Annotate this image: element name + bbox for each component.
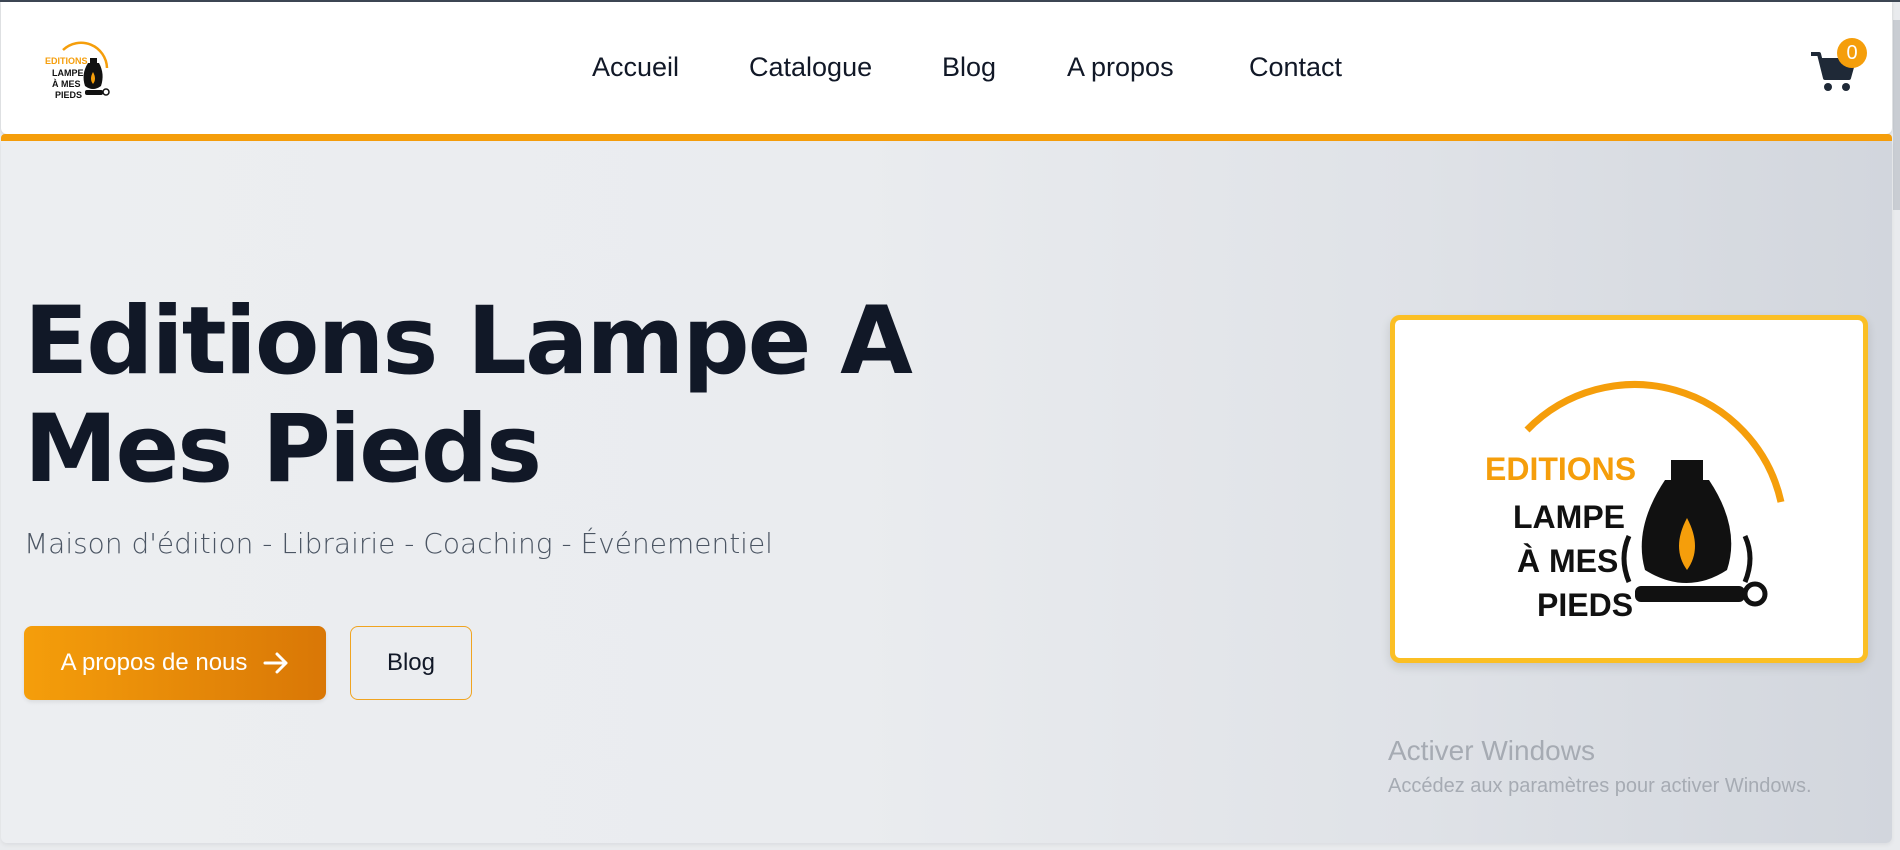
hero-subtitle: Maison d'édition - Librairie - Coaching … [24, 527, 773, 560]
blog-button-label: Blog [386, 649, 436, 676]
nav-link-accueil[interactable]: Accueil [592, 52, 679, 83]
card-logo-line2-text: À MES [1517, 543, 1618, 579]
page: EDITIONS LAMPE À MES PIEDS Accueil Catal… [0, 0, 1900, 850]
lamp-icon [1621, 460, 1768, 607]
activation-watermark-title: Activer Windows [1388, 735, 1595, 766]
cart-count-badge: 0 [1837, 38, 1867, 68]
hero-title-line1: Editions Lampe A [24, 287, 913, 396]
editions-lampe-logo: EDITIONS LAMPE À MES PIEDS [1485, 381, 1785, 620]
scrollbar[interactable] [1893, 20, 1900, 210]
card-logo-editions-text: EDITIONS [1485, 451, 1636, 487]
navbar: EDITIONS LAMPE À MES PIEDS Accueil Catal… [1, 2, 1892, 134]
arrow-right-icon [263, 652, 288, 674]
blog-button[interactable]: Blog [350, 626, 472, 700]
card-logo-line3-text: PIEDS [1537, 587, 1633, 620]
nav-link-a-propos[interactable]: A propos [1067, 52, 1174, 83]
activation-watermark-subtitle: Accédez aux paramètres pour activer Wind… [1388, 775, 1812, 797]
main-nav: Accueil Catalogue Blog A propos Contact [1, 2, 1892, 134]
nav-link-blog[interactable]: Blog [942, 52, 996, 83]
about-us-button[interactable]: A propos de nous [24, 626, 326, 700]
hero-title: Editions Lampe A Mes Pieds [24, 288, 984, 504]
logo-card: EDITIONS LAMPE À MES PIEDS [1390, 315, 1868, 663]
nav-accent-bar [1, 134, 1892, 141]
card-logo-line1-text: LAMPE [1513, 499, 1625, 535]
nav-link-contact[interactable]: Contact [1249, 52, 1342, 83]
about-us-button-label: A propos de nous [60, 649, 248, 676]
hero-title-line2: Mes Pieds [24, 395, 542, 504]
nav-link-catalogue[interactable]: Catalogue [749, 52, 872, 83]
